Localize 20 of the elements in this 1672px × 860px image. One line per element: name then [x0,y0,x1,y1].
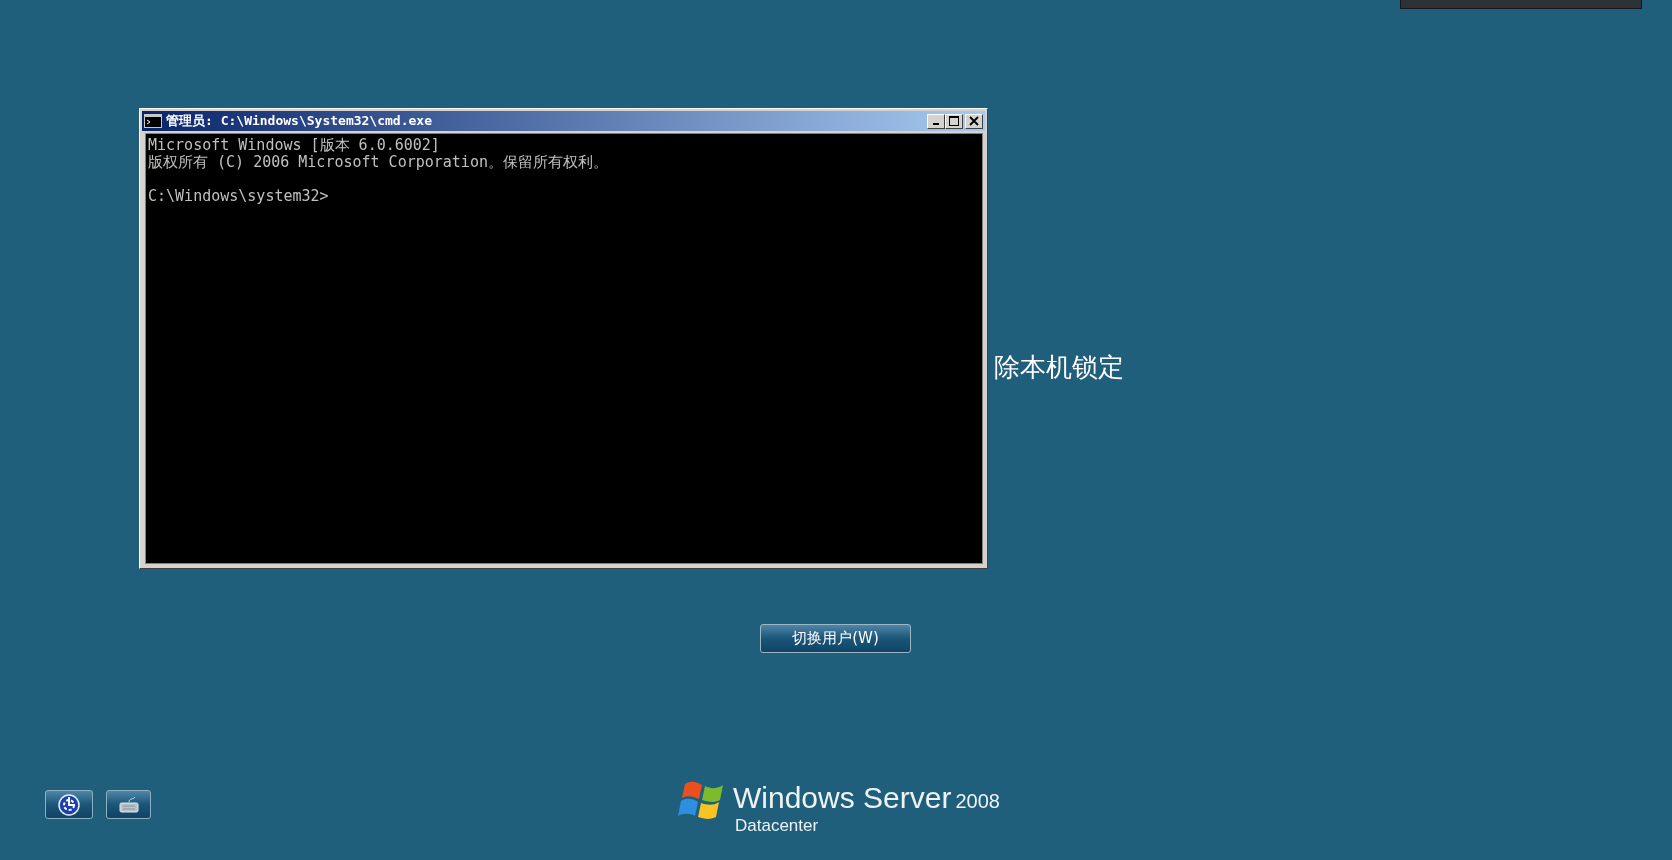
keyboard-icon [116,795,141,814]
lock-message: 除本机锁定 [994,352,1124,382]
console-prompt: C:\Windows\system32> [148,188,330,205]
product-version: 2008 [955,790,1000,813]
maximize-icon [949,116,959,126]
ease-of-access-button[interactable] [45,790,93,819]
console-line: Microsoft Windows [版本 6.0.6002] [148,137,441,154]
close-icon [969,116,979,126]
keyboard-button[interactable] [106,790,151,819]
console-icon [144,114,162,128]
window-title: 管理员: C:\Windows\System32\cmd.exe [166,112,432,130]
console-line: 版权所有 (C) 2006 Microsoft Corporation。保留所有权利。 [148,154,609,171]
maximize-button[interactable] [945,113,963,129]
minimize-icon [933,123,939,125]
product-edition: Datacenter [735,816,820,836]
switch-user-button[interactable]: 切换用户(W) [760,624,911,653]
product-name: Windows Server [733,780,952,816]
minimize-button[interactable] [927,113,945,129]
close-button[interactable] [965,113,983,129]
ease-of-access-icon [55,793,83,816]
